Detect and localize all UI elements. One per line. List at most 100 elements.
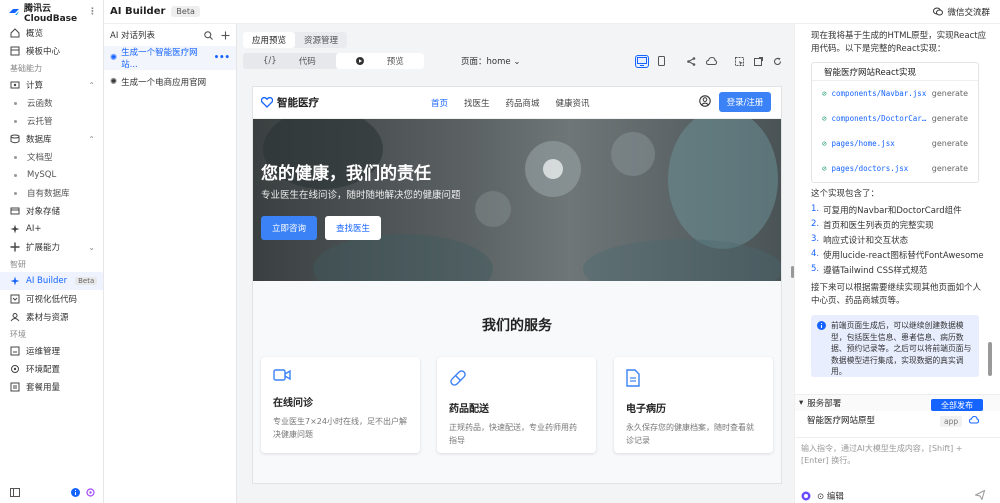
sidebar-item[interactable]: AI Builder Beta — [0, 272, 103, 290]
env-icon — [10, 364, 20, 374]
site-nav-link[interactable]: 首页 — [431, 97, 448, 109]
chat-list-item[interactable]: ✺ 生成一个电商应用官网 — [104, 70, 236, 94]
sidebar-item[interactable]: 自有数据库 — [0, 184, 103, 202]
preview-mode-button[interactable]: 预览 — [335, 53, 424, 69]
cloud-deploy-icon[interactable] — [706, 57, 717, 65]
more-vertical-icon[interactable]: ⋮ — [88, 7, 97, 17]
refresh-icon[interactable] — [773, 57, 782, 66]
code-file-row[interactable]: ⊘ pages/home.jsx generate — [812, 131, 978, 156]
tab-app-preview[interactable]: 应用预览 — [243, 32, 296, 48]
page-selector[interactable]: 页面：home ⌄ — [461, 55, 520, 67]
tab-resource-management[interactable]: 资源管理 — [295, 32, 347, 48]
preview-toolbar: {/} 代码 预览 页面：home ⌄ — [243, 52, 788, 70]
sidebar-item[interactable]: 运维管理 — [0, 342, 103, 360]
chat-scrollbar[interactable] — [988, 342, 992, 376]
service-card-delivery[interactable]: 药品配送 正规药品，快速配送，专业药师用药指导 — [437, 357, 596, 453]
billing-icon — [10, 382, 20, 392]
ai-model-icon[interactable] — [801, 491, 811, 501]
play-icon — [346, 57, 374, 65]
feature-item: 2. 首页和医生列表页的完整实现 — [811, 219, 991, 234]
settings-icon[interactable] — [86, 488, 95, 497]
find-doctor-button[interactable]: 查找医生 — [325, 216, 381, 240]
deploy-title: 服务部署 — [807, 399, 842, 409]
code-mode-button[interactable]: {/} 代码 — [243, 53, 336, 69]
nav-bottom — [10, 488, 95, 497]
chevron-down-icon[interactable]: ⌄ — [88, 243, 95, 252]
sidebar-item-label: 可视化低代码 — [26, 295, 78, 305]
sidebar-item[interactable]: 环境配置 — [0, 360, 103, 378]
info-notice: 前端页面生成后，可以继续创建数据模型，包括医生信息、患者信息、病历数据、预约记录… — [811, 315, 979, 377]
chat-input[interactable]: 输入指令，通过AI大模型生成内容，[Shift] + [Enter] 换行。 ⊙… — [795, 437, 1000, 503]
wechat-group-link[interactable]: 微信交流群 — [933, 6, 990, 18]
user-icon[interactable] — [699, 95, 711, 107]
sidebar-item[interactable]: 模板中心 — [0, 42, 103, 60]
chat-items: ✺ 生成一个智能医疗网站... ••• ✺ 生成一个电商应用官网 — [104, 46, 236, 94]
mobile-view-icon[interactable] — [658, 56, 665, 66]
feature-item: 4. 使用lucide-react图标替代FontAwesome — [811, 249, 991, 264]
site-navbar: 智能医疗 首页 找医生 药品商城 健康资讯 登录/注册 — [253, 87, 781, 119]
code-title: 智能医疗网站React实现 — [812, 63, 978, 81]
site-preview-frame: 智能医疗 首页 找医生 药品商城 健康资讯 登录/注册 您的健康，我们的责任 专业医生… — [253, 87, 781, 483]
sidebar-item[interactable]: 数据库 ⌃ — [0, 130, 103, 148]
sidebar-item-label: 计算 — [26, 81, 44, 91]
chat-bullet-icon: ✺ — [110, 77, 118, 87]
code-file-list: 智能医疗网站React实现 ⊘ components/Navbar.jsx gene… — [811, 62, 979, 183]
publish-all-button[interactable]: 全部发布 — [931, 399, 983, 411]
more-horizontal-icon[interactable]: ••• — [214, 53, 230, 63]
hero-subtitle: 专业医生在线问诊，随时随地解决您的健康问题 — [261, 190, 461, 201]
file-path: pages/doctors.jsx — [831, 164, 909, 173]
open-new-window-icon[interactable] — [754, 56, 763, 66]
cloud-icon[interactable] — [969, 416, 979, 424]
sidebar-item[interactable]: 可视化低代码 — [0, 290, 103, 308]
nav-section-label: 智研 — [10, 259, 26, 269]
sidebar-item-label: 文档型 — [27, 153, 53, 163]
preview-label: 预览 — [386, 57, 404, 67]
code-file-row[interactable]: ⊘ components/Navbar.jsx generate — [812, 81, 978, 106]
desktop-view-icon[interactable] — [635, 54, 649, 68]
code-file-row[interactable]: ⊘ pages/doctors.jsx generate — [812, 156, 978, 181]
lowcode-icon — [10, 294, 20, 304]
sidebar-item[interactable]: 套餐用量 — [0, 378, 103, 396]
chat-list-item[interactable]: ✺ 生成一个智能医疗网站... ••• — [104, 46, 236, 70]
sidebar-item[interactable]: AI+ — [0, 220, 103, 238]
login-register-button[interactable]: 登录/注册 — [719, 92, 771, 112]
site-nav-link[interactable]: 找医生 — [464, 97, 490, 109]
select-element-icon[interactable] — [735, 56, 744, 66]
service-card-records[interactable]: 电子病历 永久保存您的健康档案，随时查看就诊记录 — [614, 357, 773, 453]
site-nav-link[interactable]: 药品商城 — [506, 97, 540, 109]
app-logo[interactable]: 腾讯云CloudBase ⋮ — [0, 0, 103, 24]
sidebar-item[interactable]: 素材与资源 — [0, 308, 103, 326]
feature-text: 使用lucide-react图标替代FontAwesome — [823, 251, 984, 261]
site-nav-link[interactable]: 健康资讯 — [556, 97, 590, 109]
edit-label: 编辑 — [826, 492, 844, 502]
sidebar-item-label: 运维管理 — [26, 347, 61, 357]
sidebar-item-label: 自有数据库 — [27, 189, 70, 199]
add-chat-icon[interactable] — [221, 31, 230, 40]
info-icon[interactable] — [71, 488, 80, 497]
consult-now-button[interactable]: 立即咨询 — [261, 216, 317, 240]
file-status: generate — [931, 164, 968, 173]
sidebar-item[interactable]: 概览 — [0, 24, 103, 42]
sidebar-item[interactable]: 计算 ⌃ — [0, 76, 103, 94]
compute-icon — [10, 80, 20, 90]
sidebar-item[interactable]: 对象存储 — [0, 202, 103, 220]
document-icon — [626, 369, 640, 387]
share-icon[interactable] — [687, 56, 696, 66]
info-icon — [817, 321, 826, 330]
check-circle-icon: ⊘ — [822, 164, 827, 173]
site-brand[interactable]: 智能医疗 — [261, 95, 319, 110]
chevron-up-icon[interactable]: ⌃ — [88, 135, 95, 144]
sidebar-item[interactable]: 扩展能力 ⌄ — [0, 238, 103, 256]
edit-button[interactable]: ⊙ 编辑 — [817, 490, 844, 502]
sidebar-item[interactable]: 云函数 — [0, 94, 103, 112]
sidebar-item[interactable]: MySQL — [0, 166, 103, 184]
sidebar-item[interactable]: 文档型 — [0, 148, 103, 166]
search-icon[interactable] — [204, 30, 213, 40]
service-card-consult[interactable]: 在线问诊 专业医生7×24小时在线，足不出户解决健康问题 — [261, 357, 420, 453]
code-file-row[interactable]: ⊘ components/DoctorCar… generate — [812, 106, 978, 131]
collapse-sidebar-icon[interactable] — [10, 488, 20, 497]
chevron-up-icon[interactable]: ⌃ — [88, 81, 95, 90]
sidebar-item[interactable]: 云托管 — [0, 112, 103, 130]
video-icon — [273, 369, 291, 381]
send-icon[interactable] — [975, 490, 985, 500]
